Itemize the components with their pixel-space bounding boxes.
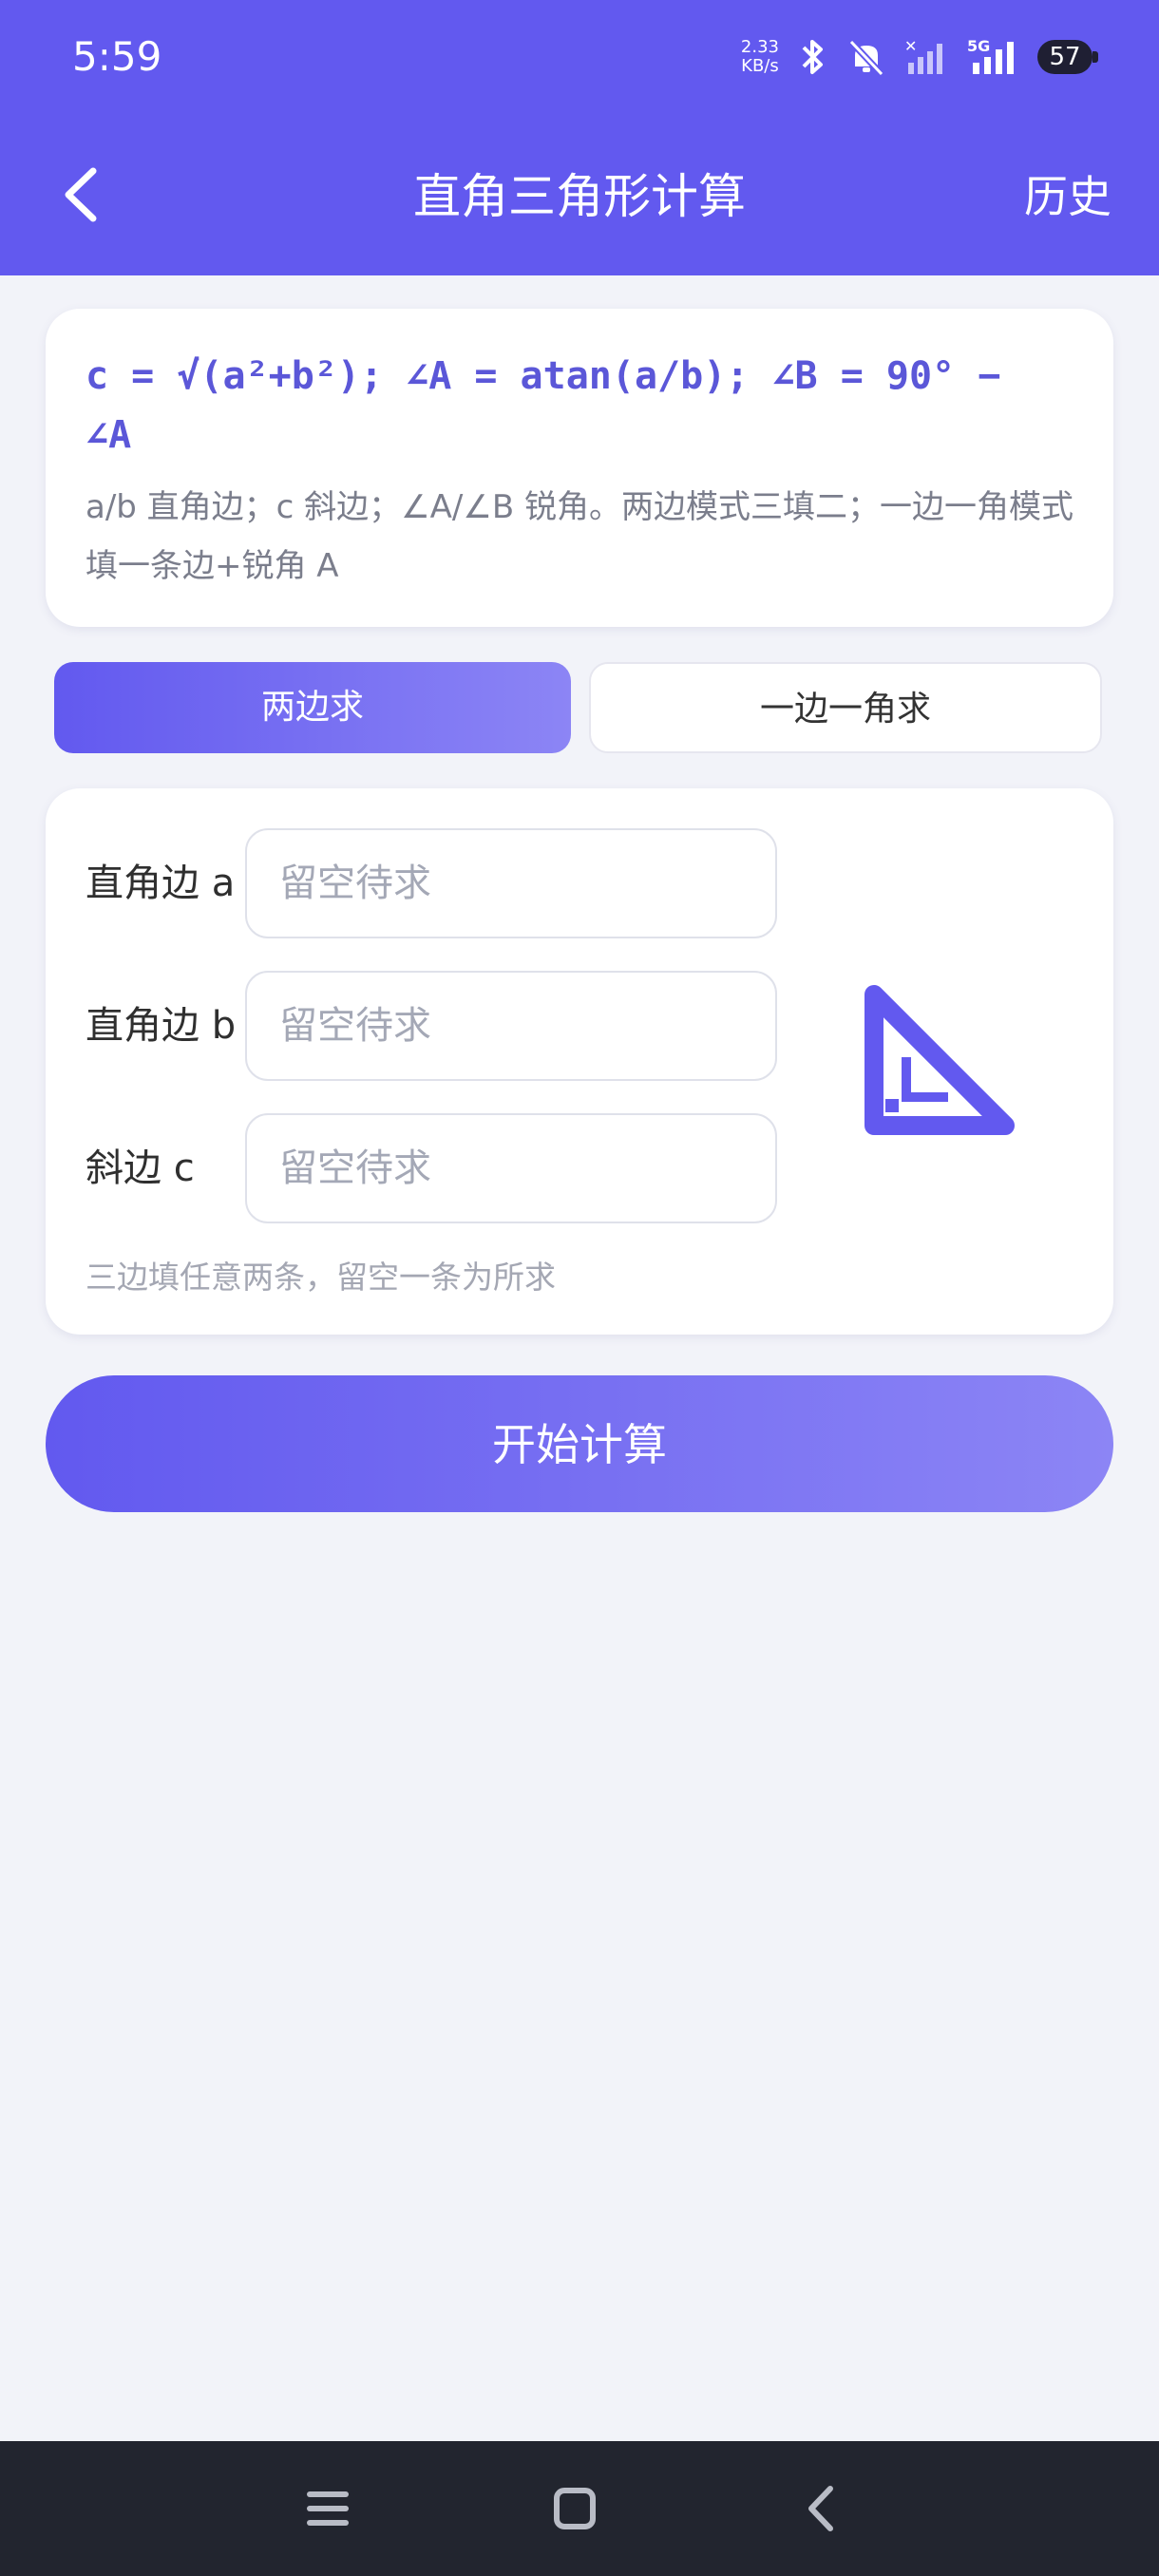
leg-a-input[interactable] [245,828,777,938]
input-hint: 三边填任意两条，留空一条为所求 [86,1259,556,1296]
back-icon[interactable] [788,2475,855,2542]
bluetooth-icon [802,40,823,74]
tab-side-angle[interactable]: 一边一角求 [589,662,1102,753]
triangle-icon [864,985,1015,1135]
label-leg-b: 直角边 b [86,1004,237,1048]
battery-icon: 57 [1037,40,1098,74]
formula-card: c = √(a²+b²); ∠A = atan(a/b); ∠B = 90° −… [46,309,1113,627]
label-hypotenuse-c: 斜边 c [86,1146,195,1190]
signal-icon: ✕ [904,38,942,74]
tab-two-sides[interactable]: 两边求 [54,662,571,753]
network-speed-value: 2.33 [740,37,779,57]
battery-level: 57 [1049,43,1081,71]
svg-text:✕: ✕ [904,38,917,55]
page-title: 直角三角形计算 [413,169,746,224]
formula-line-1: c = √(a²+b²); ∠A = atan(a/b); ∠B = 90° − [86,354,1001,398]
network-speed-unit: KB/s [741,56,779,76]
mute-icon [848,39,884,76]
formula-line-2: ∠A [86,413,132,457]
status-time: 5:59 [72,33,162,80]
leg-b-input[interactable] [245,971,777,1081]
app-header: 5:59 2.33 KB/s ✕ 5G 57 直角三角形计算 历史 [0,0,1159,275]
history-button[interactable]: 历史 [1024,163,1112,230]
status-icons: 2.33 KB/s ✕ 5G 57 [741,28,1098,85]
home-icon[interactable] [542,2475,608,2542]
network-label: 5G [967,38,990,55]
network-speed: 2.33 KB/s [741,38,779,76]
input-card: 直角边 a 直角边 b 斜边 c 三边填任意两条，留空一条为所求 [46,788,1113,1335]
label-leg-a: 直角边 a [86,862,236,905]
menu-icon[interactable] [294,2475,361,2542]
formula-text: c = √(a²+b²); ∠A = atan(a/b); ∠B = 90° −… [86,347,1074,464]
hypotenuse-c-input[interactable] [245,1113,777,1223]
formula-description: a/b 直角边；c 斜边；∠A/∠B 锐角。两边模式三填二；一边一角模式填一条边… [86,488,1074,585]
calculate-button[interactable]: 开始计算 [46,1375,1113,1512]
signal-5g-icon: 5G [967,38,1014,74]
system-nav-bar [0,2441,1159,2576]
